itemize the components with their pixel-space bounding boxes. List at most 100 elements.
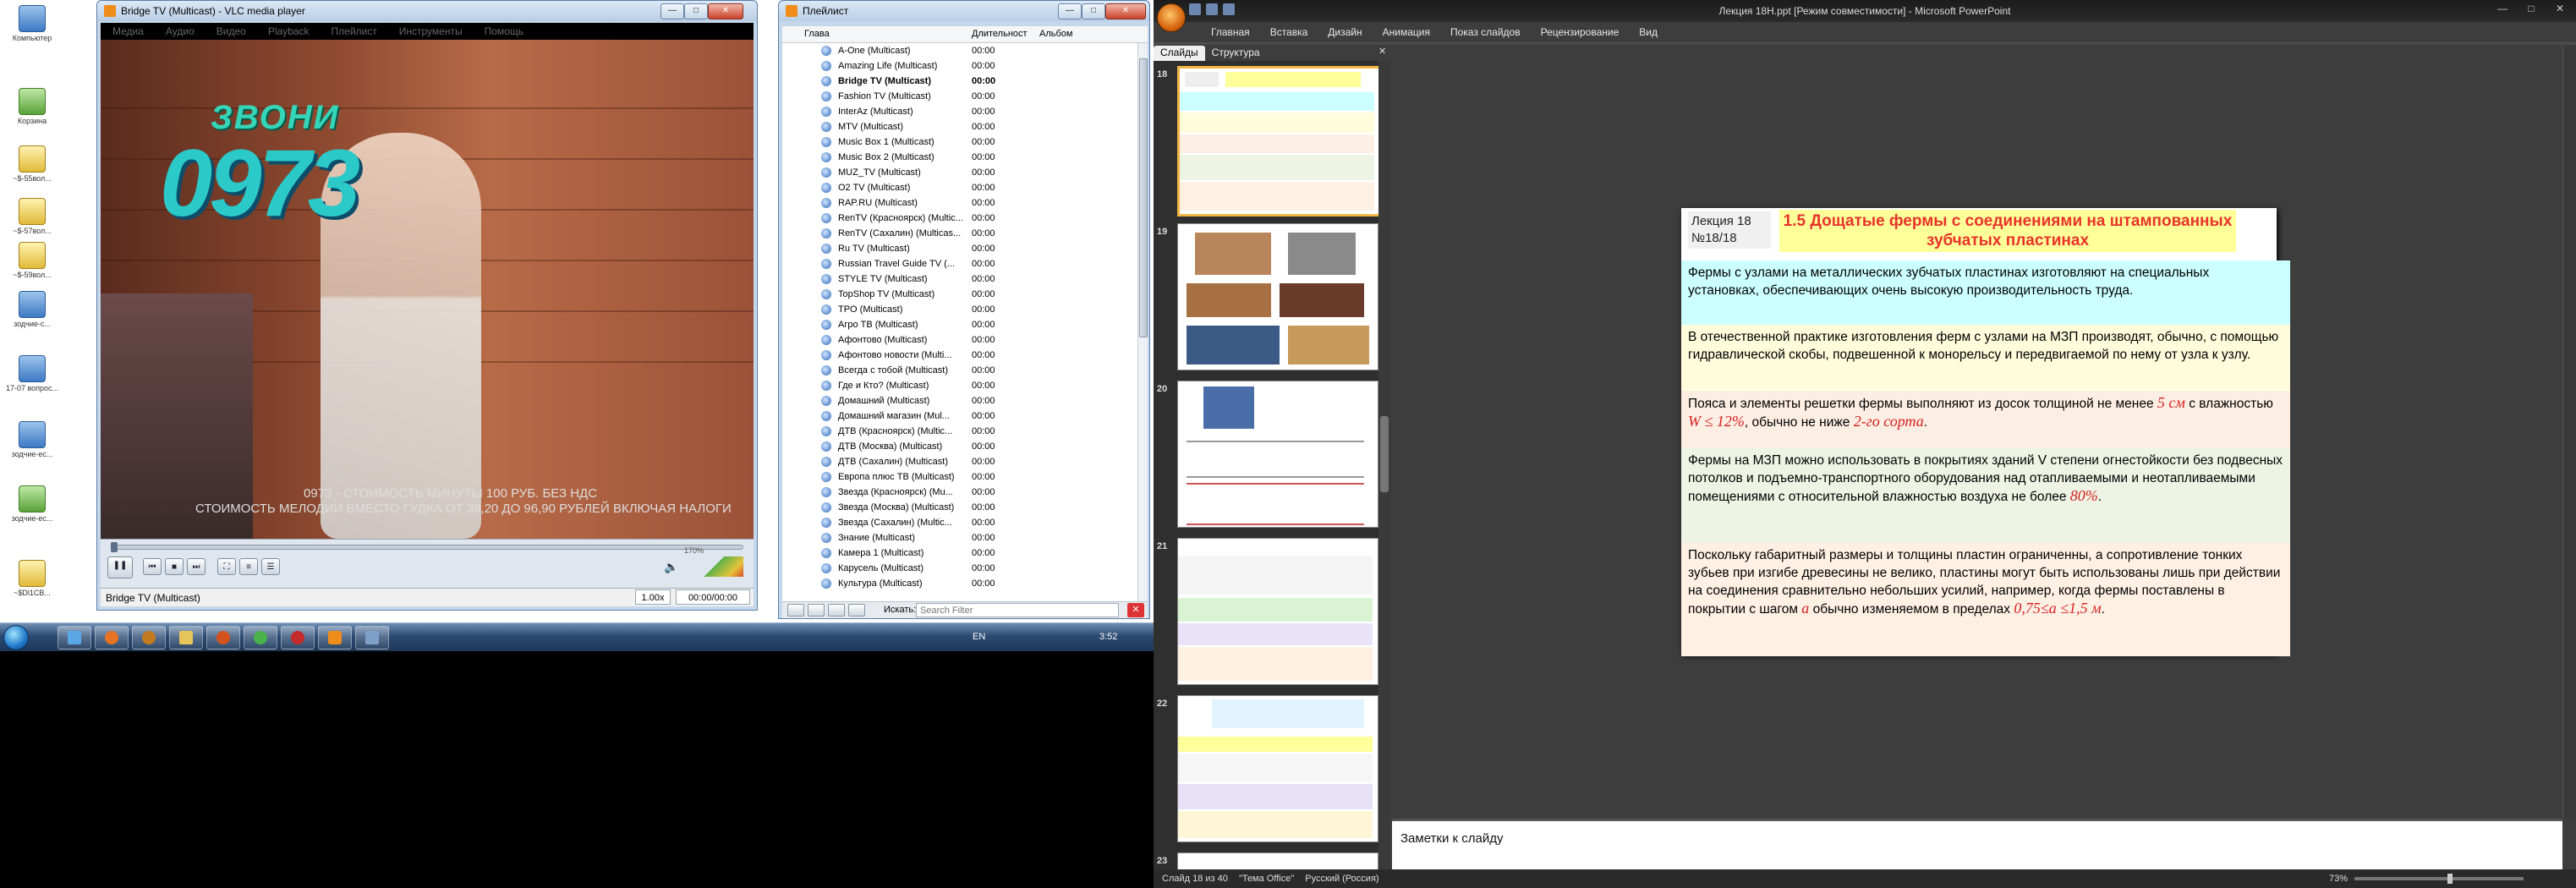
taskbar-firefox-button[interactable]	[95, 626, 129, 650]
desktop-icon-file-5[interactable]: 17-07 вопрос...	[5, 355, 59, 392]
taskbar-explorer-button[interactable]	[58, 626, 91, 650]
volume-slider[interactable]	[684, 556, 743, 577]
playlist-item[interactable]: TopShop TV (Multicast) 00:00	[782, 287, 1137, 302]
slide-thumbnail-19[interactable]	[1177, 223, 1378, 370]
playlist-item[interactable]: Amazing Life (Multicast) 00:00	[782, 58, 1137, 74]
tab-review[interactable]: Рецензирование	[1531, 24, 1630, 42]
clock[interactable]: 3:52	[1099, 632, 1117, 642]
playlist-item[interactable]: TPO (Multicast) 00:00	[782, 302, 1137, 317]
slide-thumbnail-21[interactable]	[1177, 538, 1378, 685]
thumbnails-scrollbar-thumb[interactable]	[1380, 416, 1389, 492]
playlist-item[interactable]: Домашний (Multicast) 00:00	[782, 393, 1137, 408]
tab-insert[interactable]: Вставка	[1260, 24, 1318, 42]
next-button[interactable]: ⏭	[187, 558, 206, 575]
slide-paragraph-4[interactable]: Фермы на МЗП можно использовать в покрыт…	[1681, 448, 2290, 543]
menu-help[interactable]: Помощь	[485, 25, 523, 37]
playlist-item[interactable]: MTV (Multicast) 00:00	[782, 119, 1137, 134]
maximize-button[interactable]: □	[2518, 0, 2544, 17]
desktop-icon-computer[interactable]: Компьютер	[5, 5, 59, 42]
desktop-icon-file-1[interactable]: ~$-55вол...	[5, 145, 59, 183]
redo-icon[interactable]	[1223, 3, 1235, 15]
playlist-item[interactable]: Культура (Multicast) 00:00	[782, 576, 1137, 591]
playlist-item[interactable]: Bridge TV (Multicast) 00:00	[782, 74, 1137, 89]
playback-speed[interactable]: 1.00x	[635, 589, 671, 605]
taskbar-vlc-button[interactable]	[318, 626, 352, 650]
minimize-button[interactable]: —	[2490, 0, 2515, 17]
desktop-icon-file-3[interactable]: ~$-59вол...	[5, 242, 59, 279]
seek-handle[interactable]	[111, 542, 118, 552]
status-language[interactable]: Русский (Россия)	[1305, 874, 1378, 884]
playlist-item[interactable]: Камера 1 (Multicast) 00:00	[782, 545, 1137, 561]
slide-paragraph-1[interactable]: Фермы с узлами на металлических зубчатых…	[1681, 260, 2290, 326]
taskbar-icq-button[interactable]	[244, 626, 277, 650]
menu-playlist[interactable]: Плейлист	[332, 25, 377, 37]
desktop-icon-file-2[interactable]: ~$-57вол...	[5, 198, 59, 235]
search-input[interactable]	[916, 603, 1119, 617]
playlist-item[interactable]: ДТВ (Москва) (Multicast) 00:00	[782, 439, 1137, 454]
playlist-item[interactable]: Fashion TV (Multicast) 00:00	[782, 89, 1137, 104]
playlist-item[interactable]: ДТВ (Сахалин) (Multicast) 00:00	[782, 454, 1137, 469]
clear-search-button[interactable]: ✕	[1127, 603, 1144, 617]
slide-paragraph-5[interactable]: Поскольку габаритный размеры и толщины п…	[1681, 543, 2290, 656]
stop-button[interactable]: ■	[165, 558, 184, 575]
tab-slideshow[interactable]: Показ слайдов	[1440, 24, 1531, 42]
speaker-icon[interactable]: 🔈	[664, 560, 678, 574]
tab-view[interactable]: Вид	[1629, 24, 1668, 42]
tab-design[interactable]: Дизайн	[1318, 24, 1372, 42]
minimize-button[interactable]: —	[1058, 3, 1082, 19]
menu-tools[interactable]: Инструменты	[399, 25, 463, 37]
vlc-titlebar[interactable]: Bridge TV (Multicast) - VLC media player	[97, 1, 757, 21]
save-icon[interactable]	[1189, 3, 1201, 15]
maximize-button[interactable]: □	[684, 3, 708, 19]
playlist-item[interactable]: Агро ТВ (Multicast) 00:00	[782, 317, 1137, 332]
desktop-icon-recycle-bin[interactable]: Корзина	[5, 88, 59, 125]
menu-video[interactable]: Видео	[216, 25, 246, 37]
playlist-item[interactable]: ДТВ (Красноярск) (Multic... 00:00	[782, 424, 1137, 439]
playlist-item[interactable]: InterAz (Multicast) 00:00	[782, 104, 1137, 119]
minimize-button[interactable]: —	[660, 3, 684, 19]
add-icon[interactable]	[787, 604, 804, 617]
column-duration[interactable]: Длительност	[972, 29, 1028, 39]
taskbar-app-button[interactable]	[132, 626, 166, 650]
playlist-item[interactable]: Афонтово (Multicast) 00:00	[782, 332, 1137, 348]
desktop-icon-file-4[interactable]: зодчие-с...	[5, 291, 59, 328]
menu-media[interactable]: Медиа	[112, 25, 144, 37]
playlist-item[interactable]: MUZ_TV (Multicast) 00:00	[782, 165, 1137, 180]
status-theme[interactable]: "Тема Office"	[1239, 874, 1294, 884]
playlist-item[interactable]: Звезда (Сахалин) (Multic... 00:00	[782, 515, 1137, 530]
taskbar-folder-button[interactable]	[169, 626, 203, 650]
playlist-item[interactable]: RAP.RU (Multicast) 00:00	[782, 195, 1137, 211]
slide-thumbnail-20[interactable]	[1177, 381, 1378, 528]
close-icon[interactable]: ✕	[1378, 46, 1386, 57]
playlist-item[interactable]: Афонтово новости (Multi... 00:00	[782, 348, 1137, 363]
column-album[interactable]: Альбом	[1039, 29, 1072, 39]
playlist-item[interactable]: Домашний магазин (Mul... 00:00	[782, 408, 1137, 424]
tab-home[interactable]: Главная	[1201, 24, 1260, 42]
playlist-item[interactable]: RenTV (Красноярск) (Multic... 00:00	[782, 211, 1137, 226]
playlist-item[interactable]: A-One (Multicast) 00:00	[782, 43, 1137, 58]
slide-scrollbar[interactable]	[2562, 46, 2576, 819]
menu-audio[interactable]: Аудио	[166, 25, 195, 37]
slide-paragraph-3[interactable]: Пояса и элементы решетки фермы выполняют…	[1681, 391, 2290, 450]
seek-bar[interactable]	[111, 545, 743, 550]
desktop-icon-file-7[interactable]: зодчие-ес...	[5, 485, 59, 523]
slide-thumbnail-18[interactable]	[1177, 66, 1382, 217]
playlist-button[interactable]: ☰	[261, 558, 280, 575]
close-button[interactable]: ✕	[708, 3, 743, 19]
maximize-button[interactable]: □	[1082, 3, 1105, 19]
playlist-item[interactable]: Music Box 2 (Multicast) 00:00	[782, 150, 1137, 165]
notes-pane[interactable]: Заметки к слайду	[1392, 819, 2562, 869]
playlist-scrollbar-thumb[interactable]	[1139, 58, 1148, 337]
playlist-item[interactable]: Где и Кто? (Multicast) 00:00	[782, 378, 1137, 393]
tab-outline[interactable]: Структура	[1205, 46, 1267, 61]
taskbar-antivirus-button[interactable]	[281, 626, 315, 650]
status-zoom[interactable]: 73%	[2329, 869, 2348, 888]
fullscreen-button[interactable]: ⛶	[217, 558, 236, 575]
desktop-icon-file-6[interactable]: зодчие-ес...	[5, 421, 59, 458]
menu-playback[interactable]: Playback	[268, 25, 310, 37]
playlist-item[interactable]: O2 TV (Multicast) 00:00	[782, 180, 1137, 195]
playlist-item[interactable]: Звезда (Красноярск) (Mu... 00:00	[782, 485, 1137, 500]
video-area[interactable]: ЗВОНИ 0973 0973 - СТОИМОСТЬ МИНУТЫ 100 Р…	[101, 40, 754, 539]
taskbar-window-button[interactable]	[355, 626, 389, 650]
current-slide[interactable]: Лекция 18 №18/18 1.5 Дощатые фермы с сое…	[1681, 208, 2290, 656]
